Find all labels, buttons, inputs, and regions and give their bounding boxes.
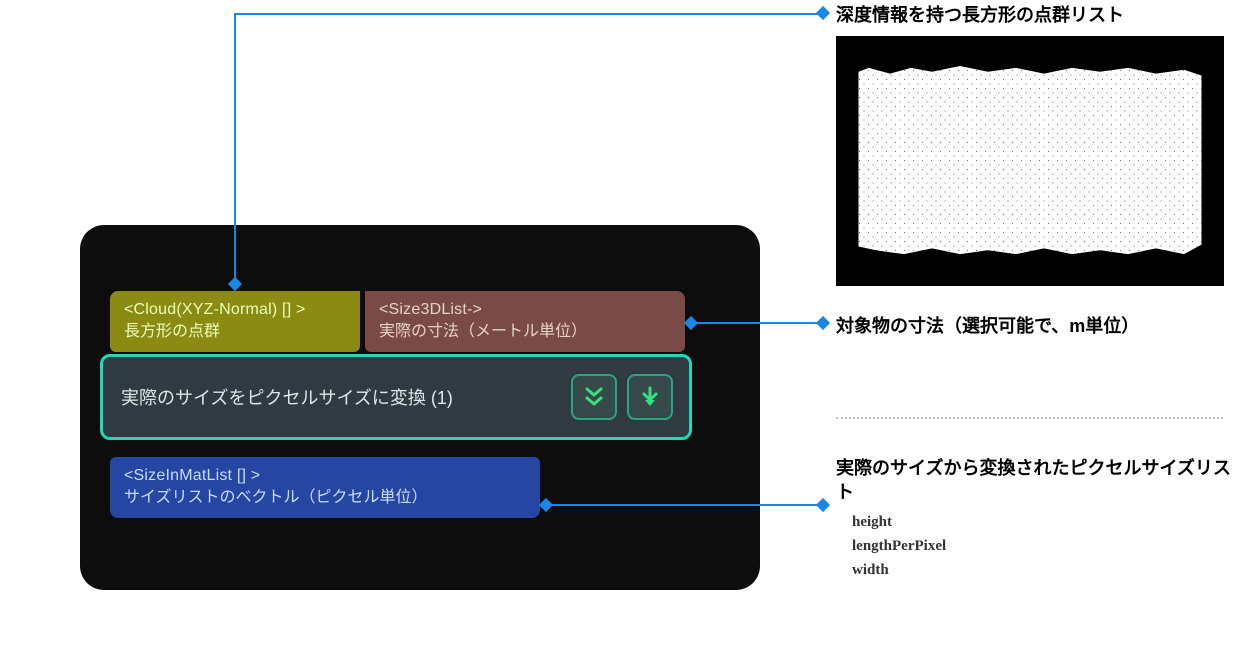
expand-all-button[interactable]: [571, 374, 617, 420]
annotation-divider: [836, 417, 1223, 419]
input-port-cloud[interactable]: <Cloud(XYZ-Normal) [] > 長方形の点群: [110, 291, 360, 352]
diagram-canvas: 深度情報を持つ長方形の点群リスト 対象物の寸法（選択可能で、m単位） 実際のサイ…: [0, 0, 1250, 662]
annotation-output-fields: height lengthPerPixel width: [852, 510, 1152, 582]
annotation-pointcloud-title: 深度情報を持つ長方形の点群リスト: [836, 3, 1236, 27]
input-size3d-label: 実際の寸法（メートル単位）: [379, 321, 671, 343]
pointcloud-surface: [855, 66, 1205, 256]
output-pixellist-label: サイズリストのベクトル（ピクセル単位）: [124, 487, 526, 509]
node-body[interactable]: 実際のサイズをピクセルサイズに変換 (1): [100, 354, 692, 440]
input-cloud-type: <Cloud(XYZ-Normal) [] >: [124, 299, 346, 321]
annotation-size3d-title: 対象物の寸法（選択可能で、m単位）: [836, 314, 1236, 338]
input-size3d-type: <Size3DList->: [379, 299, 671, 321]
input-cloud-label: 長方形の点群: [124, 321, 346, 343]
node-action-buttons: [571, 374, 689, 420]
output-port-pixellist[interactable]: <SizeInMatList [] > サイズリストのベクトル（ピクセル単位）: [110, 457, 540, 518]
output-pixellist-type: <SizeInMatList [] >: [124, 465, 526, 487]
pointcloud-thumbnail: [836, 36, 1224, 286]
input-port-size3d[interactable]: <Size3DList-> 実際の寸法（メートル単位）: [365, 291, 685, 352]
run-button[interactable]: [627, 374, 673, 420]
field-height: height: [852, 510, 1152, 534]
field-lengthPerPixel: lengthPerPixel: [852, 534, 1152, 558]
annotation-output-title: 実際のサイズから変換されたピクセルサイズリスト: [836, 456, 1236, 505]
field-width: width: [852, 558, 1152, 582]
double-chevron-down-icon: [584, 386, 604, 408]
node-title: 実際のサイズをピクセルサイズに変換 (1): [121, 384, 571, 410]
arrow-down-icon: [641, 386, 659, 408]
